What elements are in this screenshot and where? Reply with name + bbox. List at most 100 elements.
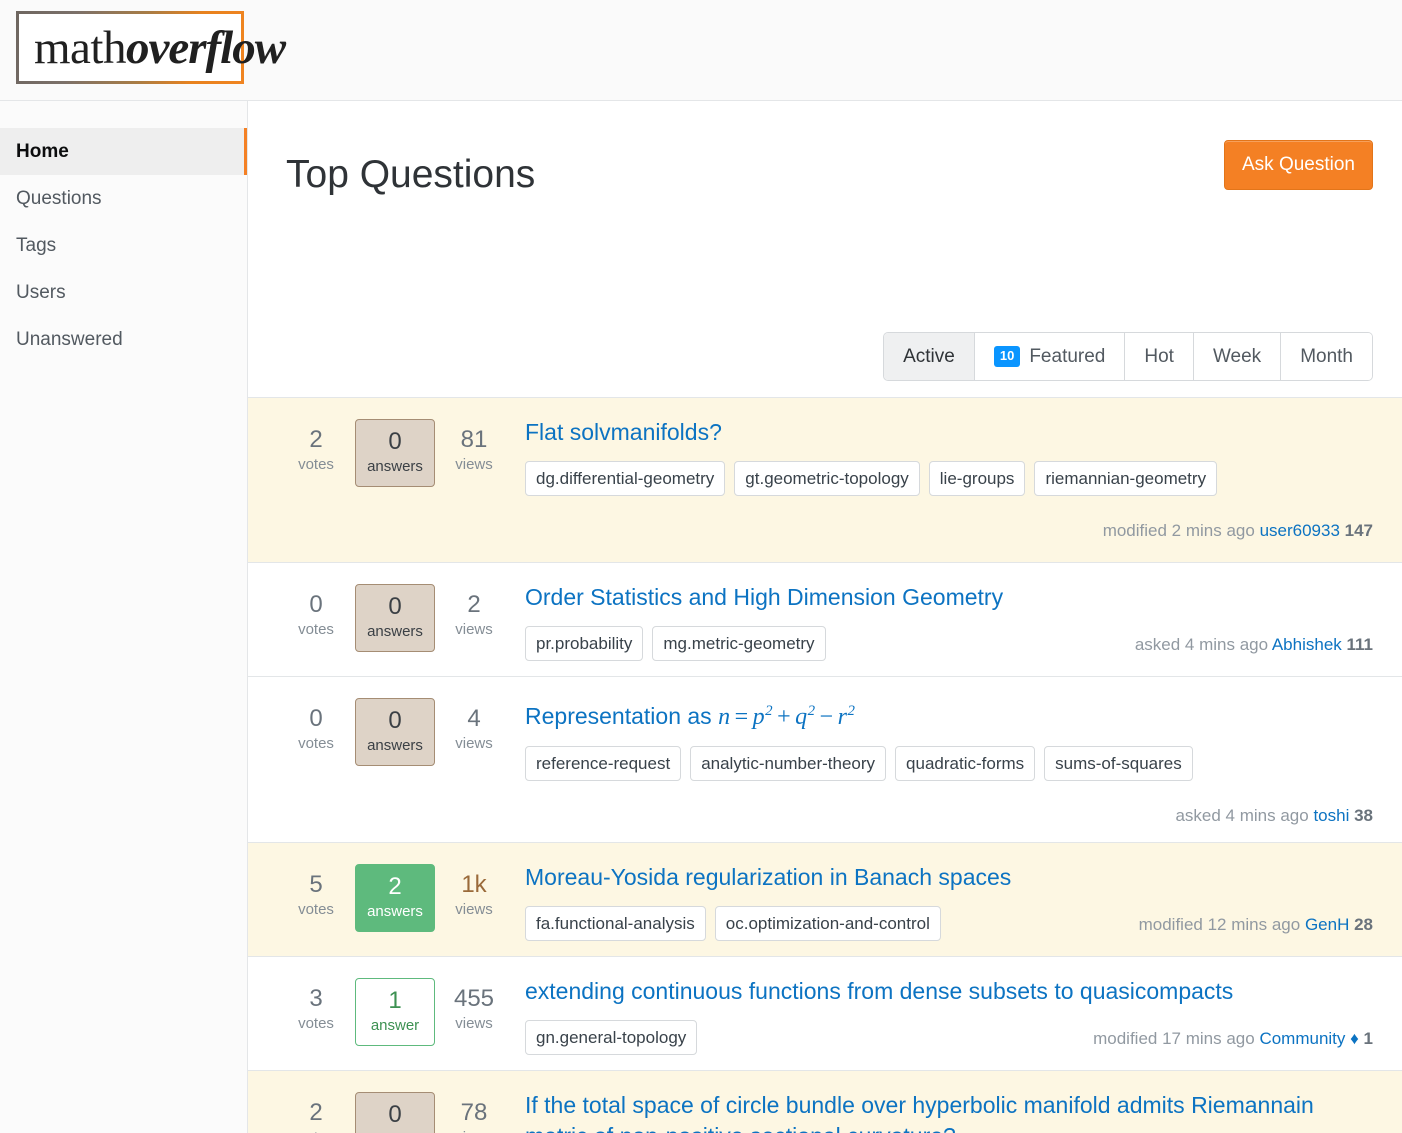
votes-stat-label: votes: [298, 621, 334, 638]
tag-riemannian-geometry[interactable]: riemannian-geometry: [1034, 461, 1218, 496]
question-stats: 0 votes 0 answers 2 views: [277, 582, 521, 661]
meta-user-link[interactable]: Community: [1259, 1029, 1345, 1048]
tab-label: Week: [1212, 345, 1262, 367]
tag-analytic-number-theory[interactable]: analytic-number-theory: [690, 746, 887, 781]
question-meta: modified 2 mins ago user60933 147: [1103, 512, 1373, 547]
tab-week[interactable]: Week: [1192, 333, 1281, 380]
sidebar-item-unanswered[interactable]: Unanswered: [0, 316, 247, 363]
question-summary: Moreau-Yosida regularization in Banach s…: [521, 862, 1373, 941]
question-row: 2 votes 0 answers 81 views Flat solvmanifolds?…: [248, 398, 1402, 563]
question-row: 0 votes 0 answers 2 views Order Statistics and…: [248, 563, 1402, 677]
question-title-link[interactable]: If the total space of circle bundle over…: [525, 1090, 1357, 1133]
sidebar-item-questions[interactable]: Questions: [0, 175, 247, 222]
meta-user-reputation: 147: [1339, 521, 1373, 540]
views-stat-count: 2: [467, 591, 481, 618]
meta-user-reputation: 38: [1349, 806, 1373, 825]
meta-action-time: modified 17 mins ago: [1093, 1029, 1260, 1048]
question-list: 2 votes 0 answers 81 views Flat solvmanifolds?…: [248, 397, 1402, 1133]
math-expression: n = p2 + q2− r2: [718, 703, 856, 730]
views-stat-label: views: [455, 621, 493, 638]
tag-list: dg.differential-geometry gt.geometric-top…: [525, 461, 1218, 496]
answers-stat-count: 1: [388, 987, 402, 1014]
views-stat: 81 views: [435, 419, 513, 476]
meta-user-reputation: 111: [1341, 635, 1374, 654]
sidebar-item-tags[interactable]: Tags: [0, 222, 247, 269]
site-logo[interactable]: mathoverflow: [16, 11, 286, 84]
tab-hot[interactable]: Hot: [1124, 333, 1193, 380]
moderator-diamond-icon: ♦: [1345, 1029, 1359, 1048]
question-title-link[interactable]: Representation as n = p2 + q2− r2: [525, 696, 1357, 733]
votes-stat-label: votes: [298, 735, 334, 752]
tab-month[interactable]: Month: [1280, 333, 1372, 380]
question-footer: reference-request analytic-number-theory q…: [525, 746, 1373, 827]
tag-sums-of-squares[interactable]: sums-of-squares: [1044, 746, 1193, 781]
tag-fa.functional-analysis[interactable]: fa.functional-analysis: [525, 906, 706, 941]
question-summary: Flat solvmanifolds? dg.differential-geome…: [521, 417, 1373, 547]
tag-lie-groups[interactable]: lie-groups: [928, 461, 1026, 496]
answers-stat: 0 answers: [355, 419, 435, 487]
answers-stat: 1 answer: [355, 978, 435, 1046]
votes-stat: 2votes: [277, 1092, 355, 1133]
answers-stat-label: answers: [367, 903, 423, 920]
tag-mg.metric-geometry[interactable]: mg.metric-geometry: [652, 626, 826, 661]
views-stat: 1k views: [435, 864, 513, 921]
meta-user-link[interactable]: user60933: [1260, 521, 1340, 540]
tag-pr.probability[interactable]: pr.probability: [525, 626, 644, 661]
page-root: mathoverflow Home Questions Tags Users Unans…: [0, 0, 1402, 1133]
views-stat-count: 1k: [461, 871, 487, 898]
question-row: 3 votes 1 answer 455 views extending continuou…: [248, 957, 1402, 1071]
logo-text-bold: overflow: [125, 22, 286, 74]
question-stats: 2 votes 0 answers 81 views: [277, 417, 521, 547]
question-meta: asked 4 mins ago toshi 38: [525, 797, 1373, 827]
votes-stat: 5 votes: [277, 864, 355, 921]
question-summary: Order Statistics and High Dimension Geom…: [521, 582, 1373, 661]
question-title-link[interactable]: Order Statistics and High Dimension Geom…: [525, 582, 1357, 613]
sidebar-item-users[interactable]: Users: [0, 269, 247, 316]
body-wrapper: Home Questions Tags Users Unanswered Top Que…: [0, 101, 1402, 1133]
question-footer: gn.general-topology modified 17 mins ago …: [525, 1020, 1373, 1055]
votes-stat-count: 2: [309, 426, 323, 453]
sidebar-item-home[interactable]: Home: [0, 128, 247, 175]
tab-badge-count: 10: [993, 346, 1021, 367]
answers-stat-count: 0: [388, 593, 402, 620]
views-stat: 455 views: [435, 978, 513, 1035]
votes-stat-count: 3: [309, 985, 323, 1012]
tab-active[interactable]: Active: [884, 333, 974, 380]
question-footer: pr.probability mg.metric-geometry asked 4 …: [525, 626, 1373, 661]
votes-stat-count: 0: [309, 705, 323, 732]
tab-label: Active: [903, 345, 955, 367]
question-title-link[interactable]: extending continuous functions from dens…: [525, 976, 1357, 1007]
answers-stat: 0 answers: [355, 698, 435, 766]
question-footer: fa.functional-analysis oc.optimization-an…: [525, 906, 1373, 941]
meta-user-link[interactable]: toshi: [1313, 806, 1349, 825]
content-header: Top Questions Ask Question: [248, 101, 1402, 201]
votes-stat: 2votes: [277, 419, 355, 476]
meta-user-link[interactable]: GenH: [1305, 915, 1349, 934]
tag-gn.general-topology[interactable]: gn.general-topology: [525, 1020, 698, 1055]
question-title-link[interactable]: Moreau-Yosida regularization in Banach s…: [525, 862, 1357, 893]
question-summary: Representation as n = p2 + q2− r2 reference-re…: [521, 696, 1373, 827]
page-title: Top Questions: [286, 153, 536, 197]
tag-dg.differential-geometry[interactable]: dg.differential-geometry: [525, 461, 726, 496]
meta-action-time: modified 2 mins ago: [1102, 521, 1260, 540]
answers-stat-count: 0: [388, 428, 402, 455]
tag-quadratic-forms[interactable]: quadratic-forms: [895, 746, 1036, 781]
views-stat-label: views: [455, 901, 493, 918]
question-stats: 0 votes 0 answers 4 views: [277, 696, 521, 827]
answers-stat-label: answers: [367, 458, 423, 475]
tag-gt.geometric-topology[interactable]: gt.geometric-topology: [734, 461, 920, 496]
question-title-link[interactable]: Flat solvmanifolds?: [525, 417, 1357, 448]
answers-stat-label: answers: [367, 623, 423, 640]
meta-user-link[interactable]: Abhishek: [1272, 635, 1342, 654]
views-stat-count: 455: [453, 985, 495, 1012]
answers-stat-label: answer: [370, 1017, 420, 1034]
tab-featured[interactable]: 10 Featured: [973, 333, 1125, 380]
views-stat: 78views: [435, 1092, 513, 1133]
tag-oc.optimization-and-control[interactable]: oc.optimization-and-control: [714, 906, 941, 941]
question-stats: 5 votes 2 answers 1k views: [277, 862, 521, 941]
votes-stat-label: votes: [298, 1015, 334, 1032]
tag-reference-request[interactable]: reference-request: [525, 746, 682, 781]
sidebar-item-label: Tags: [16, 235, 57, 256]
votes-stat-label: votes: [277, 1127, 355, 1133]
ask-question-button[interactable]: Ask Question: [1224, 140, 1373, 190]
